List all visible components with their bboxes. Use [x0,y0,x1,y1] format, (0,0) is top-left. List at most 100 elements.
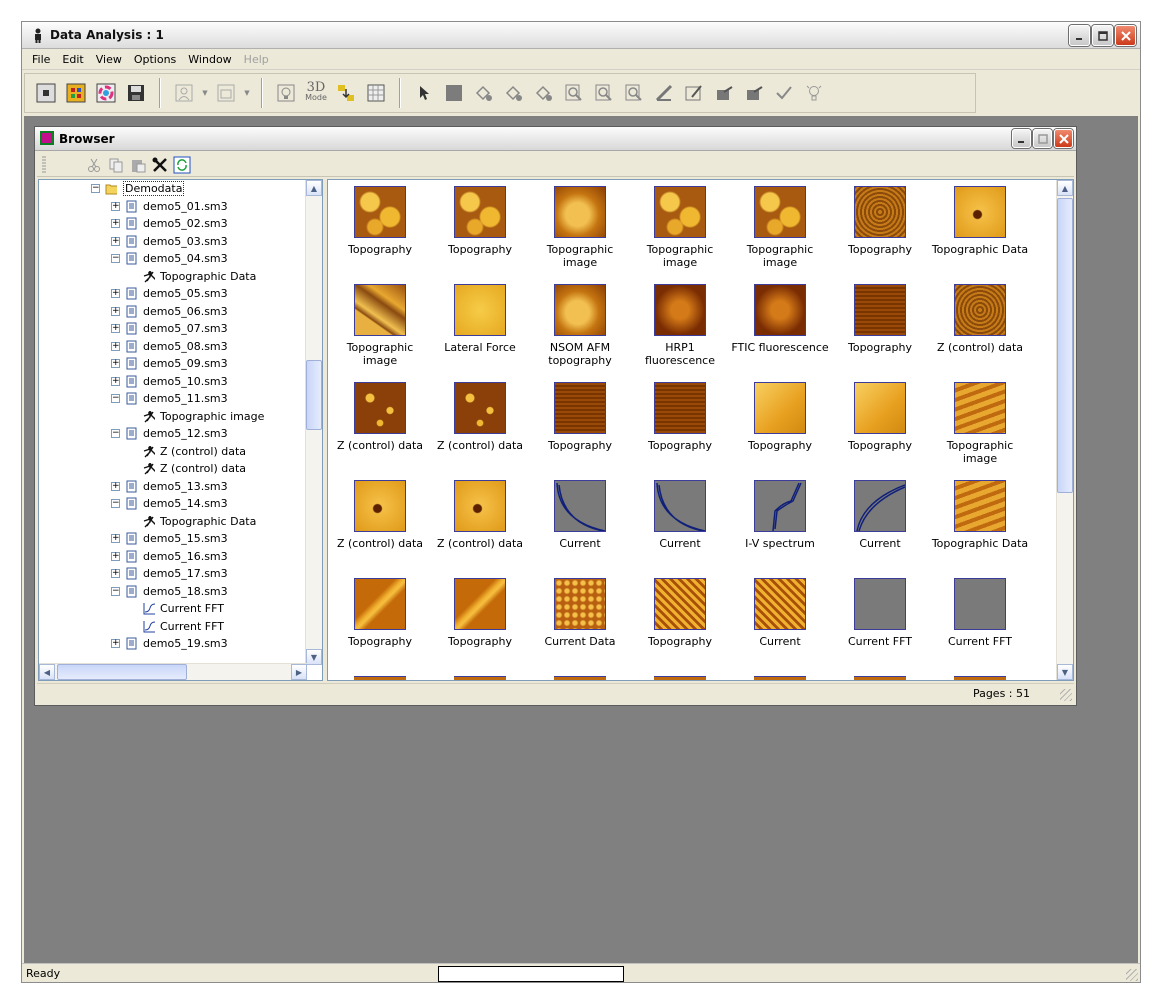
thumbnail-item[interactable]: I-V spectrum [730,480,830,550]
collapse-icon[interactable]: − [111,394,120,403]
tree-file-item[interactable]: + demo5_13.sm3 [39,478,307,496]
thumbnail-item[interactable]: Topographic Data [930,186,1030,256]
scroll-up-arrow[interactable]: ▲ [1057,180,1073,196]
tree-horizontal-scrollbar[interactable]: ◀ ▶ [39,663,307,680]
expand-icon[interactable]: + [111,569,120,578]
menu-options[interactable]: Options [128,53,182,66]
browser-minimize-button[interactable] [1012,129,1031,148]
tree-file-item[interactable]: + demo5_06.sm3 [39,303,307,321]
menu-file[interactable]: File [26,53,56,66]
resize-grip[interactable] [1126,969,1138,981]
tree-file-item[interactable]: + demo5_15.sm3 [39,530,307,548]
thumbnail-item[interactable]: HRP1 fluorescence [630,284,730,367]
scroll-right-arrow[interactable]: ▶ [291,664,307,680]
minimize-button[interactable] [1069,25,1090,46]
browser-maximize-button[interactable] [1033,129,1052,148]
thumbnail-item[interactable]: Topography [330,578,430,648]
save-button[interactable] [123,80,149,106]
scroll-thumb[interactable] [306,360,322,430]
thumbnail-item[interactable]: Topographic image [930,382,1030,465]
thumbnail-item[interactable]: Topography [830,186,930,256]
tree-vertical-scrollbar[interactable]: ▲ ▼ [305,180,322,665]
thumbnail-item[interactable]: Current [830,480,930,550]
thumbnail-item[interactable]: Topographic image [330,284,430,367]
thumbnail-item[interactable]: Z (control) data [330,480,430,550]
tree-image-item[interactable]: Z (control) data [39,460,307,478]
tree-image-item[interactable]: Current FFT [39,600,307,618]
thumbnail-item[interactable]: Current [730,578,830,648]
thumbnail-item[interactable]: Topography [430,578,530,648]
close-button[interactable] [1115,25,1136,46]
thumbnail-item[interactable]: Z (control) data [430,480,530,550]
scroll-left-arrow[interactable]: ◀ [39,664,55,680]
tree-image-item[interactable]: Topographic Data [39,513,307,531]
expand-icon[interactable]: + [111,359,120,368]
expand-icon[interactable]: + [111,534,120,543]
tree-file-item[interactable]: + demo5_08.sm3 [39,338,307,356]
tree-folder[interactable]: − Demodata [39,180,307,198]
expand-icon[interactable]: + [111,289,120,298]
tree-file-item[interactable]: + demo5_02.sm3 [39,215,307,233]
tree-image-item[interactable]: Topographic image [39,408,307,426]
tree-file-item[interactable]: − demo5_14.sm3 [39,495,307,513]
tree-file-item[interactable]: + demo5_10.sm3 [39,373,307,391]
tree-image-item[interactable]: Z (control) data [39,443,307,461]
collapse-icon[interactable]: − [111,586,120,596]
zoom-button[interactable] [333,80,359,106]
tree-file-item[interactable]: − demo5_04.sm3 [39,250,307,268]
collapse-icon[interactable]: − [111,254,120,263]
new-window-button[interactable] [33,80,59,106]
thumbnail-item[interactable]: Current [530,480,630,550]
scroll-down-arrow[interactable]: ▼ [306,649,322,665]
scroll-thumb[interactable] [1057,198,1073,493]
thumbnail-item[interactable]: Topography [330,186,430,256]
tree-file-item[interactable]: + demo5_17.sm3 [39,565,307,583]
pointer-button[interactable] [411,80,437,106]
thumbnail-item[interactable]: Current FFT [830,578,930,648]
expand-icon[interactable]: + [111,324,120,333]
resize-grip[interactable] [1060,689,1072,701]
tree-file-item[interactable]: + demo5_05.sm3 [39,285,307,303]
thumbnail-item[interactable]: Lateral Force [430,284,530,354]
tree-file-item[interactable]: + demo5_03.sm3 [39,233,307,251]
expand-icon[interactable]: + [111,236,120,246]
title-bar[interactable]: Data Analysis : 1 [22,22,1140,49]
thumbnail-item[interactable]: Current FFT [930,578,1030,648]
collapse-icon[interactable]: − [111,499,120,508]
thumbnail-item[interactable]: Topography [530,382,630,452]
expand-icon[interactable]: + [111,306,120,316]
tree-file-item[interactable]: + demo5_07.sm3 [39,320,307,338]
expand-icon[interactable]: + [111,376,120,386]
tree-file-item[interactable]: − demo5_18.sm3 [39,583,307,601]
menu-view[interactable]: View [90,53,128,66]
expand-icon[interactable]: + [111,341,120,351]
thumbnail-item[interactable]: Current Data [530,578,630,648]
expand-icon[interactable]: + [111,551,120,561]
tools-button[interactable] [151,156,169,174]
thumbnail-item[interactable]: Topographic image [530,186,630,269]
thumbnail-item[interactable]: Current [630,480,730,550]
palette-grid-button[interactable] [63,80,89,106]
thumbnail-item[interactable]: Z (control) data [930,284,1030,354]
thumbnail-item[interactable]: Topographic Data [930,480,1030,550]
expand-icon[interactable]: + [111,639,120,648]
expand-icon[interactable]: + [111,481,120,491]
thumbnail-item[interactable]: Topographic image [730,186,830,269]
maximize-button[interactable] [1092,25,1113,46]
thumbnail-item[interactable]: Topography [630,382,730,452]
tree-file-item[interactable]: + demo5_16.sm3 [39,548,307,566]
refresh-button[interactable] [173,156,191,174]
tree-file-item[interactable]: − demo5_12.sm3 [39,425,307,443]
thumbnail-item[interactable]: Z (control) data [330,382,430,452]
thumbnail-item[interactable]: Z (control) data [430,382,530,452]
thumbnail-item[interactable]: NSOM AFM topography [530,284,630,367]
3d-mode-button[interactable]: 3D Mode [303,80,329,106]
scroll-up-arrow[interactable]: ▲ [306,180,322,196]
thumbnail-item[interactable]: Topography [830,382,930,452]
thumbnail-item[interactable]: Topography [430,186,530,256]
thumbnail-item[interactable]: Topography [730,382,830,452]
thumbnail-item[interactable]: Topography [830,284,930,354]
tree-file-item[interactable]: − demo5_11.sm3 [39,390,307,408]
grid-button[interactable] [363,80,389,106]
tree-image-item[interactable]: Topographic Data [39,268,307,286]
